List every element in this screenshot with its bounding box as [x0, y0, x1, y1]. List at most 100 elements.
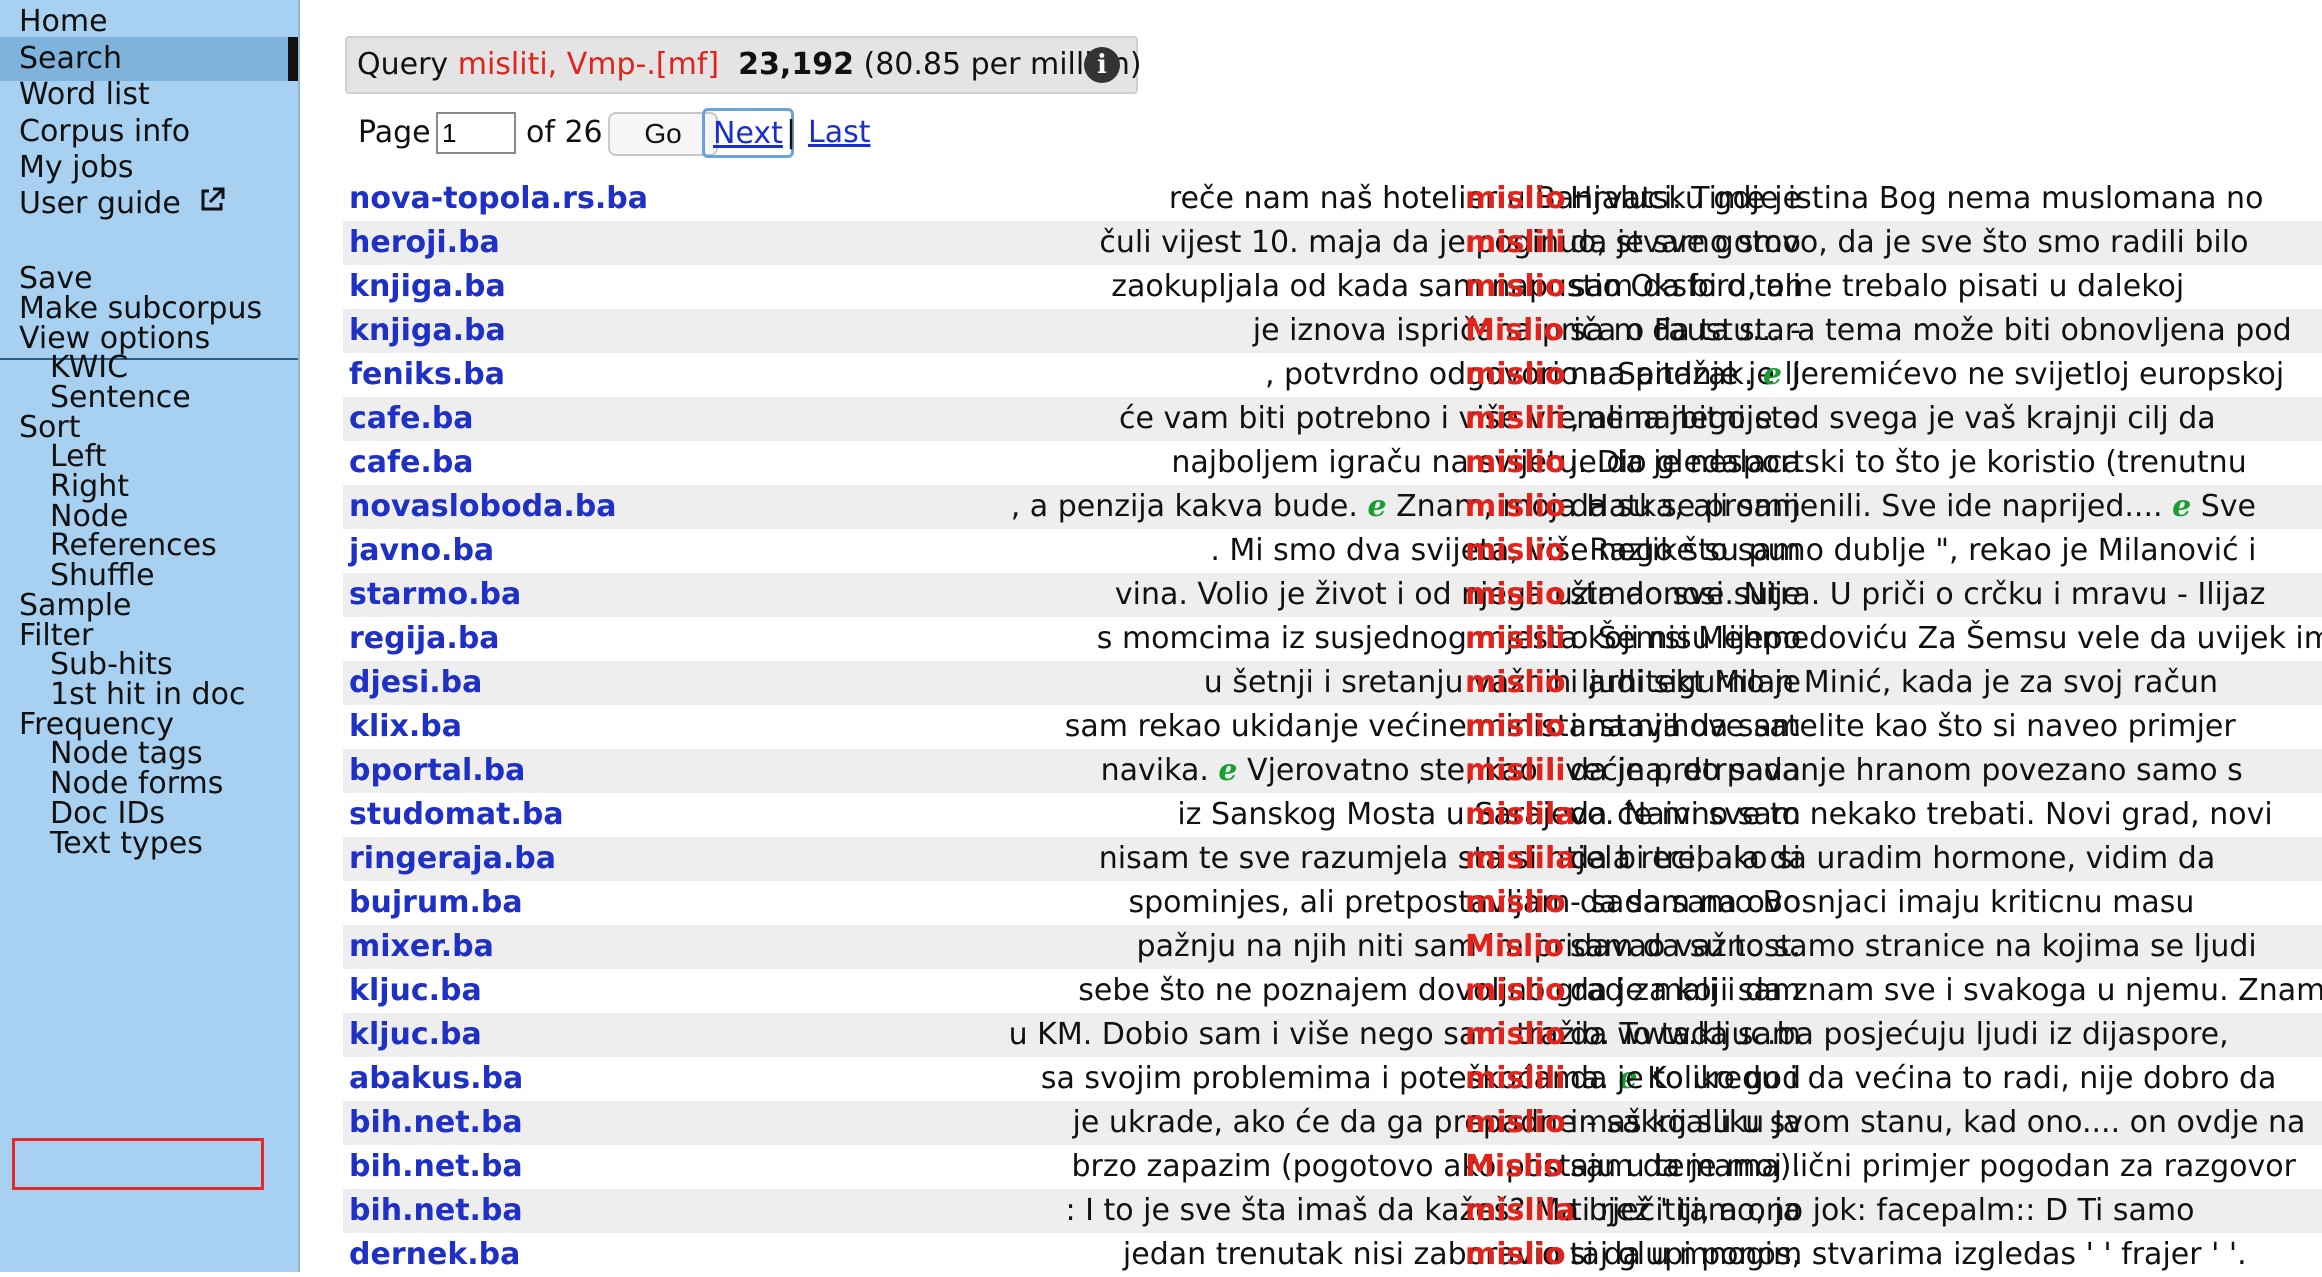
right-context: si da u mnogim stvarima izgledas ' ' fra… [1570, 1237, 2247, 1272]
table-row: cafe.ba će vam biti potrebno i više vreme… [343, 397, 2322, 441]
node-keyword[interactable]: Mislio [1465, 309, 1564, 353]
query-expression: misliti, Vmp-.[mf] [457, 47, 720, 82]
right-context: i na njihove satelite kao što si naveo p… [1570, 709, 2236, 744]
table-row: djesi.ba u šetnji i sretanju važnih ljudi… [343, 661, 2322, 705]
node-keyword[interactable]: mislio [1465, 1233, 1566, 1277]
page-number-input[interactable] [436, 112, 516, 154]
paragraph-mark-icon: ℯ [2172, 489, 2192, 524]
source-link[interactable]: cafe.ba [349, 441, 474, 485]
node-keyword[interactable]: mislio [1465, 661, 1566, 705]
page-of-label: of 26 [526, 115, 603, 150]
table-row: bih.net.ba brzo zapazim (pogotovo ako pos… [343, 1145, 2322, 1189]
right-context: da bi trebala da uradim hormone, vidim d… [1570, 841, 2216, 876]
source-link[interactable]: kljuc.ba [349, 969, 482, 1013]
table-row: knjiga.ba zaokupljala od kada sam napusti… [343, 265, 2322, 309]
node-keyword[interactable]: mislio [1465, 485, 1566, 529]
table-row: dernek.ba jedan trenutak nisi zaboravio t… [343, 1233, 2322, 1277]
table-row: cafe.ba najboljem igraču na svijetu. Dio … [343, 441, 2322, 485]
node-keyword[interactable]: mislio [1465, 353, 1566, 397]
right-context: da će mi sve to nekako trebati. Novi gra… [1570, 797, 2273, 832]
node-keyword[interactable]: mislili [1465, 617, 1566, 661]
next-page-link[interactable]: Next [702, 108, 794, 158]
table-row: klix.ba sam rekao ukidanje većine minista… [343, 705, 2322, 749]
node-keyword[interactable]: mislili [1465, 1057, 1566, 1101]
table-row: regija.ba s momcima iz susjednog mjesta k… [343, 617, 2322, 661]
right-context: i arhitekt Milan Minić, kada je za svoj … [1570, 665, 2218, 700]
source-link[interactable]: bih.net.ba [349, 1145, 523, 1189]
source-link[interactable]: knjiga.ba [349, 265, 506, 309]
source-link[interactable]: bportal.ba [349, 749, 525, 793]
source-link[interactable]: novasloboda.ba [349, 485, 616, 529]
source-link[interactable]: knjiga.ba [349, 309, 506, 353]
right-context: sam da je moj lični primjer pogodan za r… [1570, 1149, 2296, 1184]
paragraph-mark-icon: ℯ [1763, 357, 1783, 392]
source-link[interactable]: bih.net.ba [349, 1101, 523, 1145]
table-row: knjiga.ba je iznova ispričana priča o Fau… [343, 309, 2322, 353]
source-link[interactable]: ringeraja.ba [349, 837, 556, 881]
source-link[interactable]: bujrum.ba [349, 881, 523, 925]
table-row: mixer.ba pažnju na njih niti sam im prida… [343, 925, 2322, 969]
right-context: da www.kljuc.ba posjećuju ljudi iz dijas… [1570, 1017, 2229, 1052]
node-keyword[interactable]: mislio [1465, 1013, 1566, 1057]
query-summary-bar: Query misliti, Vmp-.[mf] 23,192 (80.85 p… [345, 36, 1142, 94]
table-row: studomat.ba iz Sanskog Mosta u Sarajevo. … [343, 793, 2322, 837]
table-row: bportal.ba navika. ℯ Vjerovatno ste, kao … [343, 749, 2322, 793]
right-context: je da je nesportski to što je koristio (… [1570, 445, 2247, 480]
sidebar-item-text-types[interactable]: Text types [0, 822, 298, 866]
right-context: da je pretrpavanje hranom povezano samo … [1570, 753, 2243, 788]
info-icon[interactable]: i [1084, 47, 1120, 83]
source-link[interactable]: djesi.ba [349, 661, 482, 705]
node-keyword[interactable]: mislio [1465, 441, 1566, 485]
right-context: da su se promijenili. Sve ide naprijed..… [1570, 489, 2256, 524]
node-keyword[interactable]: mislio [1465, 881, 1566, 925]
table-row: novasloboda.ba, a penzija kakva bude. ℯ … [343, 485, 2322, 529]
table-row: starmo.ba vina. Volio je život i od njega… [343, 573, 2322, 617]
right-context: . Razlike su puno dublje ", rekao je Mil… [1570, 533, 2257, 568]
source-link[interactable]: kljuc.ba [349, 1013, 482, 1057]
source-link[interactable]: mixer.ba [349, 925, 494, 969]
node-keyword[interactable]: mislio [1465, 705, 1566, 749]
node-keyword[interactable]: mislio [1465, 1101, 1566, 1145]
node-keyword[interactable]: mislili [1465, 221, 1566, 265]
table-row: javno.ba. Mi smo dva svijeta, više nego … [343, 529, 2322, 573]
highlight-box [12, 1138, 264, 1190]
table-row: bih.net.ba: I to je sve šta imaš da kaže… [343, 1189, 2322, 1233]
last-page-link[interactable]: Last [808, 112, 871, 154]
source-link[interactable]: starmo.ba [349, 573, 521, 617]
right-context: da je sve gotovo, da je sve što smo radi… [1570, 225, 2249, 260]
node-keyword[interactable]: mislio [1465, 529, 1566, 573]
node-keyword[interactable]: mislila [1465, 793, 1576, 837]
node-keyword[interactable]: mislio [1465, 573, 1566, 617]
source-link[interactable]: klix.ba [349, 705, 462, 749]
table-row: feniks.ba, potvrdno odgovorio na pitanje… [343, 353, 2322, 397]
right-context: šta donosi sutra. U priči o crčku i mrav… [1570, 577, 2266, 612]
right-context: imaš koalu u svom stanu, kad ono.... on … [1570, 1105, 2306, 1140]
source-link[interactable]: regija.ba [349, 617, 500, 661]
node-keyword[interactable]: mislili [1465, 749, 1566, 793]
source-link[interactable]: bih.net.ba [349, 1189, 523, 1233]
node-keyword[interactable]: mislio [1465, 177, 1566, 221]
right-context: sa m da ta stara tema može biti obnovlje… [1570, 313, 2292, 348]
source-link[interactable]: dernek.ba [349, 1233, 520, 1277]
table-row: kljuc.ba sebe što ne poznajem dovoljno gr… [343, 969, 2322, 1013]
right-context: na Sandžak. ℯ Jeremićevo ne svijetloj eu… [1570, 357, 2285, 392]
source-link[interactable]: feniks.ba [349, 353, 505, 397]
node-keyword[interactable]: mislila [1465, 1189, 1576, 1233]
node-keyword[interactable]: Mislio [1465, 925, 1564, 969]
paragraph-mark-icon: ℯ [1367, 489, 1387, 524]
node-keyword[interactable]: mislio [1465, 969, 1566, 1013]
source-link[interactable]: nova-topola.rs.ba [349, 177, 648, 221]
external-link-icon [198, 183, 226, 227]
node-keyword[interactable]: mislila [1465, 837, 1576, 881]
source-link[interactable]: heroji.ba [349, 221, 500, 265]
source-link[interactable]: abakus.ba [349, 1057, 523, 1101]
node-keyword[interactable]: mislili [1465, 397, 1566, 441]
sidebar: Home Search Word list Corpus info My job… [0, 0, 300, 1272]
node-keyword[interactable]: mislio [1465, 265, 1566, 309]
sidebar-item-user-guide[interactable]: User guide [0, 182, 298, 226]
node-keyword[interactable]: Mislio [1465, 1145, 1564, 1189]
table-row: heroji.ba čuli vijest 10. maja da je pogi… [343, 221, 2322, 265]
source-link[interactable]: cafe.ba [349, 397, 474, 441]
source-link[interactable]: studomat.ba [349, 793, 564, 837]
source-link[interactable]: javno.ba [349, 529, 494, 573]
